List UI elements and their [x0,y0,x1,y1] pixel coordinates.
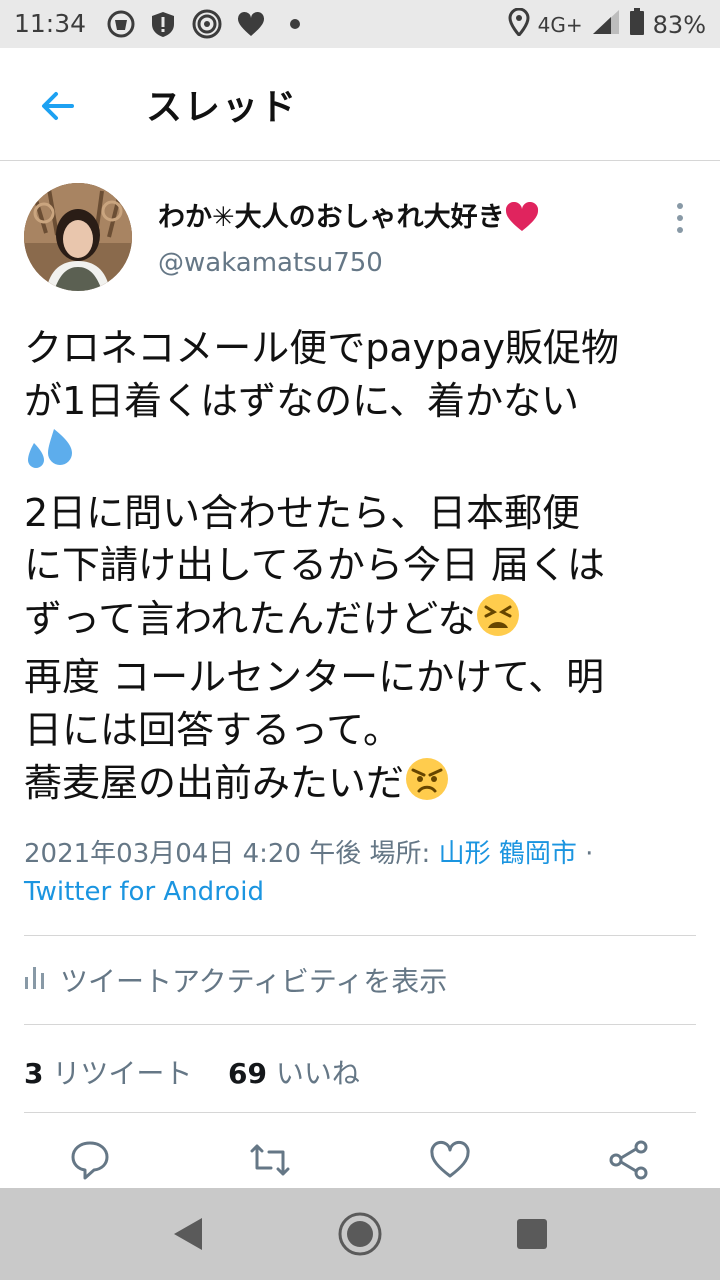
signal-icon [591,8,621,42]
notification-cup-icon [106,9,136,39]
battery-level: 83% [652,11,706,39]
heart-icon [236,9,266,39]
tired-face-icon [475,592,521,652]
tweet-action-bar [0,1136,720,1186]
angry-face-icon [404,756,450,816]
network-type: 4G+ [537,13,583,37]
tweet-meta: 2021年03月04日 4:20 午後 場所: 山形 鶴岡市 · Twitter… [24,835,704,911]
display-name-text: わか✳大人のおしゃれ大好き [158,202,505,233]
tweet-activity-button[interactable]: ツイートアクティビティを表示 [24,960,447,1000]
more-options-icon[interactable] [662,198,698,238]
tweet-line: 再度 コールセンターにかけて、明 [24,655,605,699]
tweet-text: クロネコメール便でpaypay販促物 が1日着くはずなのに、着かない 2日に問い… [24,322,704,816]
status-bar: 11:34 4G+ 83% [0,0,720,48]
location-link[interactable]: 山形 鶴岡市 [439,839,577,869]
home-circle-icon[interactable] [336,1210,384,1258]
share-icon[interactable] [607,1138,651,1182]
display-name[interactable]: わか✳大人のおしゃれ大好き [158,195,539,239]
user-handle[interactable]: @wakamatsu750 [158,248,383,278]
meta-separator: · [576,839,594,869]
reply-icon[interactable] [68,1138,112,1182]
retweet-icon[interactable] [248,1138,292,1182]
avatar[interactable] [24,183,132,291]
tweet-stats: 3 リツイート 69 いいね [24,1052,360,1092]
divider [24,1112,696,1113]
source-link[interactable]: Twitter for Android [24,877,264,907]
page-title: スレッド [146,87,299,128]
tweet-line: が1日着くはずなのに、着かない [24,378,580,423]
tweet-line: 蕎麦屋の出前みたいだ [24,756,704,816]
like-count: 69 [228,1057,267,1090]
back-triangle-icon[interactable] [164,1210,212,1258]
nfc-icon [192,9,222,39]
retweets-stat[interactable]: 3 リツイート [24,1057,192,1090]
dot-icon [280,9,310,39]
tweet-line [24,427,704,487]
battery-icon [629,8,645,42]
likes-stat[interactable]: 69 いいね [228,1057,360,1090]
shield-alert-icon [148,9,178,39]
sweat-droplets-icon [24,427,74,487]
status-time: 11:34 [14,9,87,38]
tweet-timestamp: 2021年03月04日 4:20 午後 [24,839,362,869]
red-heart-icon [505,201,539,239]
system-nav-bar [0,1188,720,1280]
tweet-line: に下請け出してるから今日 届くは [24,543,605,587]
divider [24,935,696,936]
retweet-label: リツイート [52,1057,193,1090]
retweet-count: 3 [24,1057,44,1090]
tweet-line: 日には回答するって。 [24,707,401,752]
location-label: 場所: [369,839,439,869]
like-label: いいね [275,1057,360,1090]
tweet-line: ずって言われたんだけどな [24,592,704,652]
like-icon[interactable] [428,1138,472,1182]
recents-square-icon[interactable] [508,1210,556,1258]
bar-chart-icon [24,963,46,998]
location-icon [508,7,530,42]
tweet-activity-label: ツイートアクティビティを表示 [60,965,448,998]
tweet-line: 2日に問い合わせたら、日本郵便 [24,490,581,535]
tweet-line: クロネコメール便でpaypay販促物 [24,326,620,370]
thread-header: スレッド [0,48,720,161]
arrow-left-icon[interactable] [36,84,80,128]
divider [24,1024,696,1025]
